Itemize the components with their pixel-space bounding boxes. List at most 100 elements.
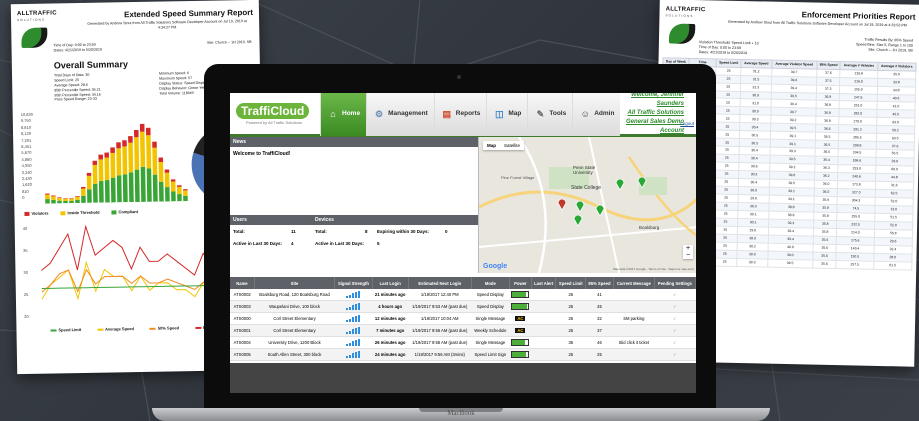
column-header[interactable]: Name: [230, 277, 255, 289]
zoom-in-icon[interactable]: +: [683, 245, 693, 252]
current-message: SM parking: [613, 312, 655, 325]
next-login: 1/19/2017 10:04 AM: [408, 312, 472, 325]
nav-reports[interactable]: ▤ Reports: [433, 93, 487, 136]
map-pin-icon[interactable]: [637, 175, 647, 189]
signal-bars-icon: [346, 290, 361, 298]
devices-active: 5: [377, 240, 380, 246]
legend-swatch: [24, 211, 30, 216]
device-name[interactable]: ATS0004: [230, 336, 255, 349]
column-header[interactable]: Last Alert: [531, 277, 557, 289]
table-row[interactable]: ATS0000 Corl Street Elementary 12 minutes …: [230, 312, 696, 325]
next-login: 1/19/2017 12:40 PM: [408, 289, 472, 301]
volume-bar: [139, 123, 145, 132]
camera-icon: [457, 75, 461, 79]
table-row[interactable]: ATS0004 University Drive, 1200 Block 26 mi…: [230, 336, 696, 349]
map-tab-map[interactable]: Map: [483, 141, 500, 150]
device-name[interactable]: ATS0002: [230, 289, 255, 301]
speed-limit: 35: [555, 336, 586, 349]
map-pin-icon[interactable]: [615, 177, 625, 191]
map-pin-icon[interactable]: [573, 213, 583, 227]
volume-bar: [122, 174, 128, 203]
map-tab-satellite[interactable]: Satellite: [500, 141, 524, 150]
logout-link[interactable]: Logout: [680, 121, 694, 126]
next-login: 1/19/2017 9:58 AM (past due): [408, 336, 472, 349]
volume-bar: [81, 195, 86, 203]
column-header[interactable]: Estimated Next Login: [408, 277, 472, 289]
table-cell: 30.3: [736, 258, 768, 267]
map-pin-icon[interactable]: [575, 199, 585, 213]
volume-bar: [140, 131, 146, 167]
volume-bar: [110, 177, 116, 203]
device-site: Corl Street Elementary: [254, 324, 335, 337]
device-name[interactable]: ATS0005: [230, 348, 255, 361]
pending-settings: ✓: [654, 300, 696, 313]
brand-name: ALLTRAFFIC: [16, 10, 57, 18]
y-tick-label: 4,860: [21, 156, 32, 162]
pending-settings: ✓: [654, 348, 696, 361]
volume-bar: [158, 157, 164, 163]
table-row[interactable]: ATS0003 Waupelani Drive, 100 block 4 hours…: [230, 300, 696, 313]
nav-admin[interactable]: ☺ Admin: [572, 93, 621, 136]
volume-bar: [170, 181, 176, 192]
nav-tools[interactable]: ✎ Tools: [527, 93, 573, 136]
volume-bar: [75, 196, 80, 197]
column-header[interactable]: Signal Strength: [334, 277, 373, 289]
power-status: AC: [509, 324, 532, 337]
volume-bar: [86, 172, 92, 176]
nav-home[interactable]: ⌂ Home: [320, 93, 367, 136]
column-header[interactable]: Speed Limit: [555, 277, 587, 289]
column-header[interactable]: Pending Settings: [654, 277, 696, 289]
nav-management[interactable]: ⚙ Management: [366, 93, 434, 136]
speed-85: 25: [585, 348, 614, 361]
nav-label: Home: [342, 110, 361, 117]
counts-panel: Users Devices Total: 11 Total: 8 Expirin…: [230, 215, 478, 249]
volume-bar: [45, 199, 50, 204]
volume-bar: [87, 189, 92, 203]
device-name[interactable]: ATS0000: [230, 312, 255, 325]
device-map[interactable]: Map Satellite Pine Forest Village Penn S…: [478, 137, 696, 273]
table-row[interactable]: ATS0002 Boalsburg Road, 120 Boalsburg Roa…: [230, 289, 696, 301]
column-header[interactable]: 85% Speed: [585, 277, 614, 289]
map-zoom-control[interactable]: + −: [683, 245, 693, 259]
checkmark-icon: ✓: [673, 340, 677, 345]
screen-footer: [230, 363, 696, 393]
table-row[interactable]: ATS0005 South Allen Street, 300 block 24 m…: [230, 348, 696, 361]
device-mode: Speed Display: [471, 300, 510, 313]
volume-bar: [92, 183, 98, 203]
map-pin-icon[interactable]: [595, 203, 605, 217]
zoom-out-icon[interactable]: −: [683, 252, 693, 259]
speed-limit: 25: [555, 348, 586, 361]
checkmark-icon: ✓: [673, 304, 677, 309]
column-header[interactable]: Current Message: [613, 277, 655, 289]
volume-bar: [164, 169, 170, 173]
power-status: [509, 289, 532, 301]
device-name[interactable]: ATS0003: [230, 300, 255, 313]
volume-bar: [69, 198, 74, 199]
device-name[interactable]: ATS0001: [230, 324, 255, 337]
bar-legend: Violators Inside Threshold Compliant: [24, 209, 138, 216]
signal-strength: [334, 348, 373, 361]
column-header[interactable]: Site: [254, 277, 336, 289]
logo-subtitle: Powered by All Traffic Solutions: [246, 120, 302, 125]
volume-bar: [152, 147, 158, 175]
nav-map[interactable]: ◫ Map: [486, 93, 528, 136]
column-header[interactable]: Power: [509, 277, 532, 289]
volume-bar: [104, 179, 110, 203]
volume-bar: [92, 164, 98, 184]
welcome-user-link[interactable]: Welcome, Jennifer Saunders: [620, 93, 684, 109]
column-header[interactable]: Last Login: [372, 277, 409, 289]
gear-icon: ⚙: [375, 108, 384, 119]
ac-power-icon: AC: [515, 328, 526, 333]
devices-total: 8: [365, 228, 368, 234]
legend-item: 50% Speed: [149, 325, 179, 331]
table-row[interactable]: ATS0001 Corl Street Elementary 7 minutes a…: [230, 324, 696, 337]
map-pin-icon[interactable]: [557, 197, 567, 211]
account-link[interactable]: All Traffic Solutions General Sales Demo…: [620, 109, 684, 136]
table-cell: 61.5: [873, 261, 912, 270]
column-header[interactable]: Mode: [471, 277, 510, 289]
volume-bar: [51, 199, 56, 204]
volume-bar: [128, 172, 134, 203]
y-tick-label: 3,240: [21, 169, 32, 175]
home-icon: ⌂: [330, 108, 336, 119]
volume-bar: [69, 198, 74, 201]
